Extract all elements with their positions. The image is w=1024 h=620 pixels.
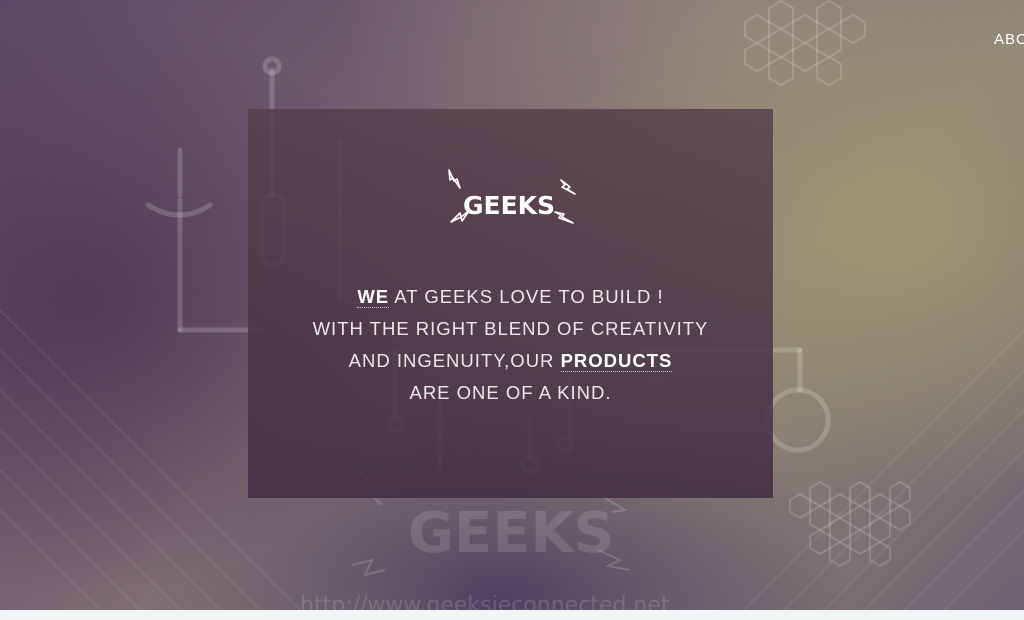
bolt-icon [448,169,461,189]
products-link[interactable]: PRODUCTS [560,350,673,372]
bottom-strip [0,610,1024,620]
hero-card: GEEKS WE AT GEEKS LOVE TO BUILD ! WITH T… [248,109,773,498]
we-link[interactable]: WE [357,286,390,308]
top-nav: ABOUT [994,31,1024,48]
bolt-icon [554,211,574,224]
hero-copy: WE AT GEEKS LOVE TO BUILD ! WITH THE RIG… [248,281,773,409]
hero-line-1: WE AT GEEKS LOVE TO BUILD ! [357,286,664,308]
background-watermark-url: http://www.geeksieconnected.net [300,593,670,610]
hero-line-4: ARE ONE OF A KIND. [409,382,612,403]
background-watermark-logo: GEEKS [408,501,614,566]
hero-line-2: WITH THE RIGHT BLEND OF CREATIVITY [312,318,709,339]
nav-about-link[interactable]: ABOUT [994,31,1024,48]
geeks-logo: GEEKS [448,169,576,224]
hero-background: GEEKS http://www.geeksieconnected.net AB… [0,0,1024,610]
logo-text: GEEKS [463,191,555,220]
hero-line-3: AND INGENUITY,OUR PRODUCTS [348,350,673,372]
bolt-icon [560,179,576,195]
